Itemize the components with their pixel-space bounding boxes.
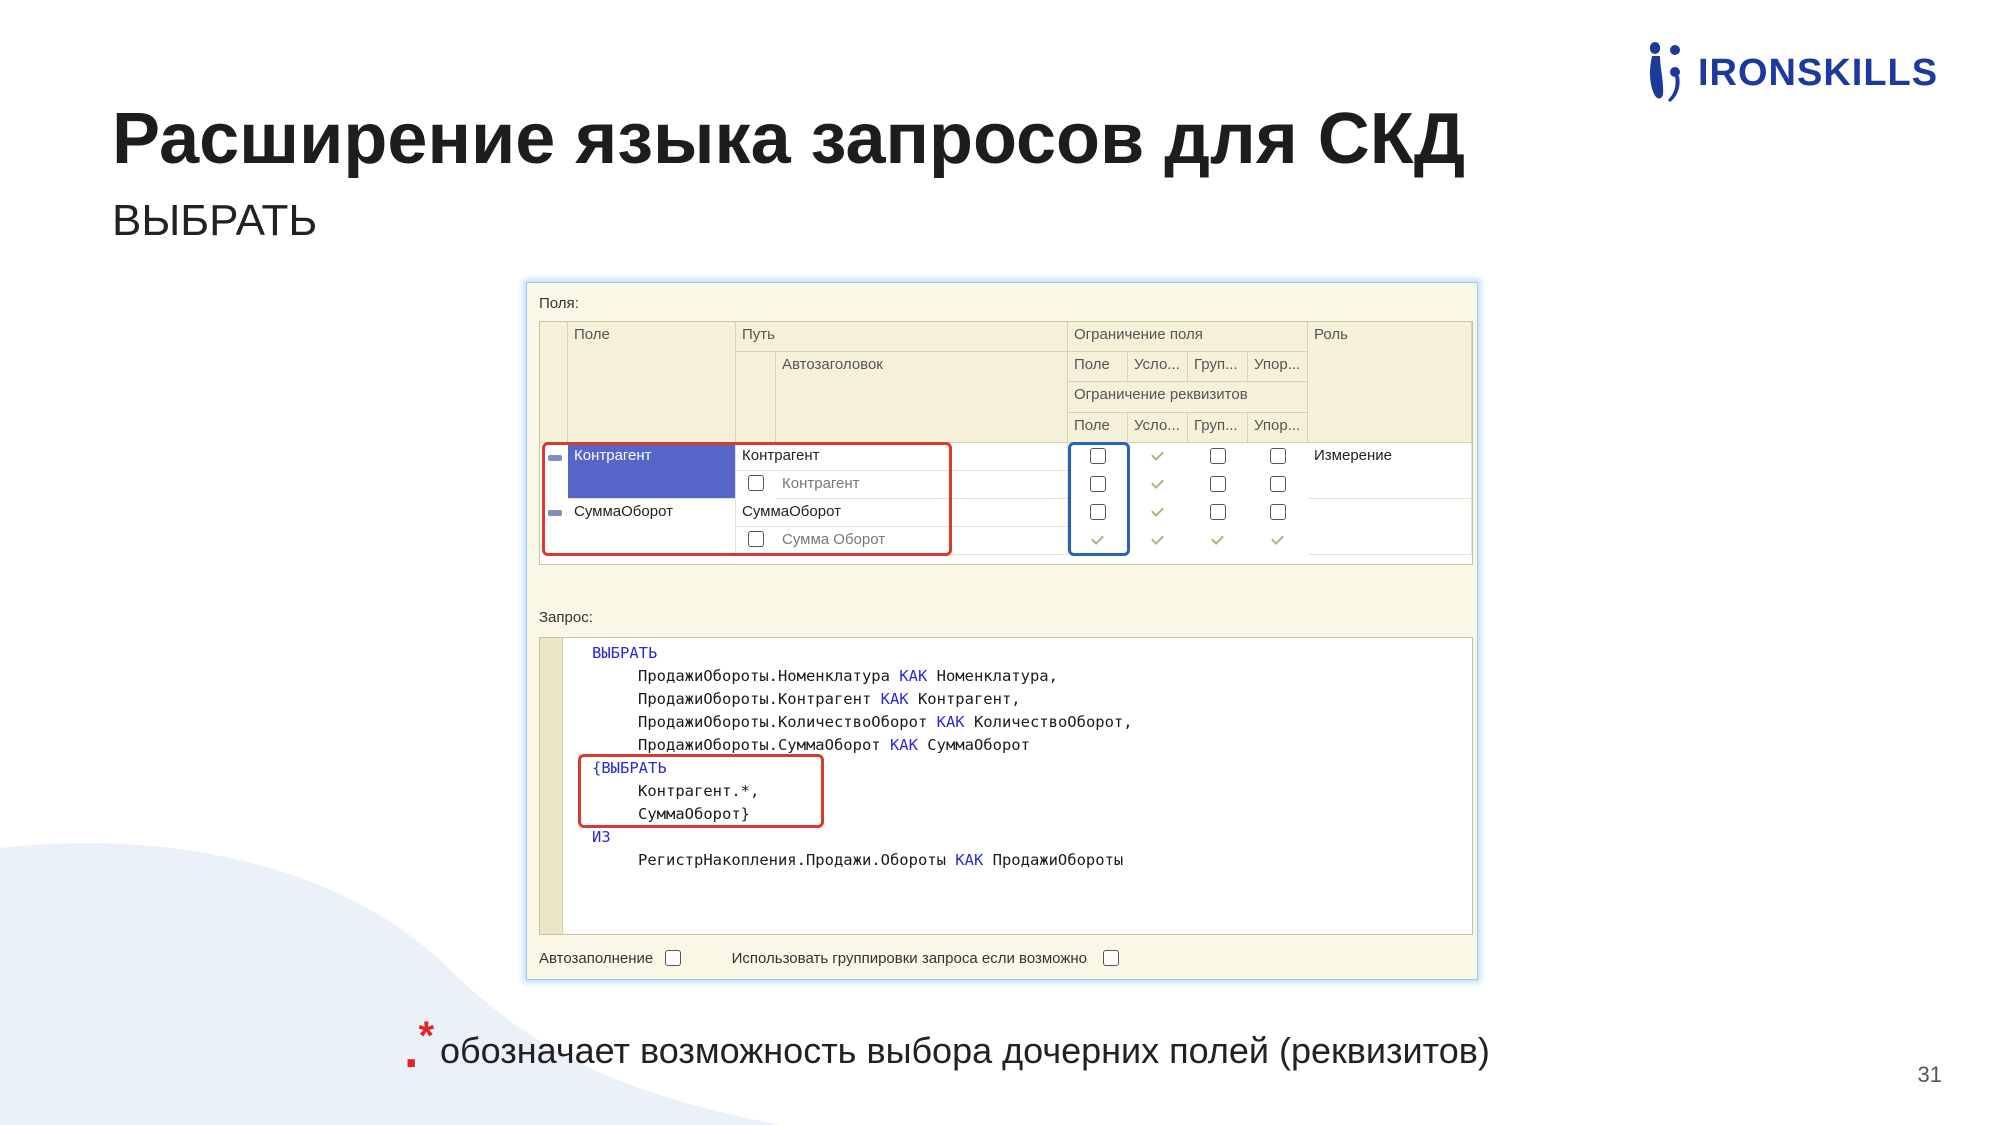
field-restriction-order-checkbox[interactable] — [1270, 504, 1286, 520]
attr-restriction-group-checkbox[interactable] — [1210, 476, 1226, 492]
column-header-path[interactable]: Путь — [736, 322, 1068, 352]
page-number: 31 — [1917, 1062, 1942, 1087]
subheader-field-1[interactable]: Поле — [1068, 352, 1128, 382]
subheader-group-2[interactable]: Груп... — [1188, 413, 1248, 443]
checked-disabled-icon — [1210, 532, 1226, 548]
code-line: ПродажиОбороты.Номенклатура КАК Номенкла… — [638, 667, 1058, 685]
code-text: ПродажиОбороты.СуммаОборот — [638, 736, 890, 754]
footnote: .* обозначает возможность выбора дочерних… — [404, 1014, 1490, 1079]
column-header-field[interactable]: Поле — [568, 322, 736, 443]
subheader-cond-1[interactable]: Усло... — [1128, 352, 1188, 382]
code-text: Номенклатура, — [927, 667, 1058, 685]
code-line: ВЫБРАТЬ — [592, 644, 657, 662]
code-keyword: КАК — [955, 851, 984, 869]
fields-table: Поле Путь Автозаголовок Ограничение поля… — [539, 321, 1473, 565]
code-line: ПродажиОбороты.СуммаОборот КАК СуммаОбор… — [638, 736, 1030, 754]
code-text: РегистрНакопления.Продажи.Обороты — [638, 851, 956, 869]
code-line: ПродажиОбороты.КоличествоОборот КАК Коли… — [638, 713, 1133, 731]
code-text: ПродажиОбороты.Контрагент — [638, 690, 881, 708]
code-keyword: КАК — [899, 667, 928, 685]
ironskills-logo: IRONSKILLS — [1648, 38, 1938, 108]
code-text: ПродажиОбороты.Номенклатура — [638, 667, 900, 685]
row-marker-header — [540, 322, 568, 443]
fields-label: Поля: — [539, 295, 579, 312]
code-text: ПродажиОбороты.КоличествоОборот — [638, 713, 937, 731]
checked-disabled-icon — [1150, 476, 1166, 492]
role-cell[interactable] — [1308, 499, 1472, 555]
footnote-star: * — [418, 1014, 435, 1058]
field-restriction-group-checkbox[interactable] — [1210, 448, 1226, 464]
code-text: КоличествоОборот, — [964, 713, 1133, 731]
code-keyword: КАК — [889, 736, 918, 754]
field-restriction-group-checkbox[interactable] — [1210, 504, 1226, 520]
role-cell[interactable]: Измерение — [1308, 443, 1472, 499]
code-line: РегистрНакопления.Продажи.Обороты КАК Пр… — [638, 851, 1123, 869]
logo-mark-icon — [1649, 42, 1680, 102]
subheader-group-1[interactable]: Груп... — [1188, 352, 1248, 382]
grouping-checkbox[interactable] — [1103, 950, 1120, 966]
query-settings-window: Поля: Поле Путь Автозаголовок Ограничени… — [526, 282, 1478, 980]
column-header-role[interactable]: Роль — [1308, 322, 1472, 443]
page-title: Расширение языка запросов для СКД — [112, 99, 1465, 179]
field-checkbox-highlight-box — [1068, 442, 1130, 556]
code-line: ИЗ — [592, 828, 611, 846]
bottom-options: Автозаполнение Использовать группировки … — [539, 947, 1120, 967]
checked-disabled-icon — [1270, 532, 1286, 548]
grouping-label: Использовать группировки запроса если во… — [731, 950, 1088, 967]
column-header-attr-restriction[interactable]: Ограничение реквизитов — [1068, 382, 1308, 413]
subheader-order-1[interactable]: Упор... — [1248, 352, 1308, 382]
footnote-text: обозначает возможность выбора дочерних п… — [440, 1030, 1490, 1071]
page-subtitle: ВЫБРАТЬ — [112, 196, 318, 245]
attr-restriction-order-checkbox[interactable] — [1270, 476, 1286, 492]
logo-text: IRONSKILLS — [1698, 51, 1939, 94]
code-keyword: КАК — [936, 713, 965, 731]
autofill-checkbox[interactable] — [665, 950, 682, 966]
select-block-highlight-box — [578, 754, 824, 828]
subheader-cond-2[interactable]: Усло... — [1128, 413, 1188, 443]
checked-disabled-icon — [1150, 504, 1166, 520]
query-editor[interactable]: ВЫБРАТЬ ПродажиОбороты.Номенклатура КАК … — [539, 637, 1473, 935]
checked-disabled-icon — [1150, 532, 1166, 548]
field-restriction-order-checkbox[interactable] — [1270, 448, 1286, 464]
editor-gutter — [540, 638, 563, 934]
code-keyword: ИЗ — [592, 828, 611, 846]
subheader-field-2[interactable]: Поле — [1068, 413, 1128, 443]
checked-disabled-icon — [1150, 448, 1166, 464]
subheader-order-2[interactable]: Упор... — [1248, 413, 1308, 443]
column-header-field-restriction[interactable]: Ограничение поля — [1068, 322, 1308, 352]
autofill-label: Автозаполнение — [539, 950, 654, 967]
code-keyword: ВЫБРАТЬ — [592, 644, 658, 662]
footnote-dot: . — [404, 1021, 419, 1079]
code-text: Контрагент, — [908, 690, 1021, 708]
code-text: ПродажиОбороты — [983, 851, 1124, 869]
code-line: ПродажиОбороты.Контрагент КАК Контрагент… — [638, 690, 1021, 708]
autotitle-check-header — [736, 352, 776, 443]
code-keyword: КАК — [880, 690, 909, 708]
code-text: СуммаОборот — [917, 736, 1030, 754]
fields-highlight-box — [542, 442, 952, 556]
column-header-autotitle[interactable]: Автозаголовок — [776, 352, 1068, 443]
query-label: Запрос: — [539, 609, 593, 626]
